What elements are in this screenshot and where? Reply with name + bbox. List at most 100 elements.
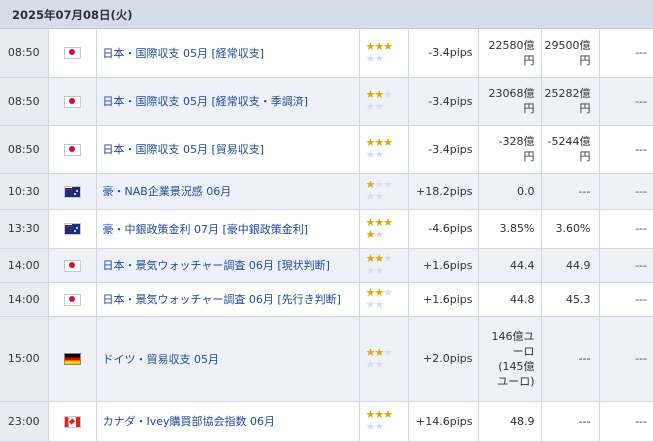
event-name-link[interactable]: 豪・中銀政策金利 07月 [豪中銀政策金利] (96, 209, 360, 249)
star-icon: ★ (365, 345, 376, 359)
pips-change: -3.4pips (408, 29, 479, 78)
event-name-link[interactable]: 日本・国際収支 05月 [経常収支・季調済] (96, 77, 360, 126)
star-icon: ★ (374, 148, 384, 161)
star-icon: ★ (365, 39, 376, 53)
star-icon: ★ (383, 88, 393, 101)
star-icon: ★ (383, 252, 393, 265)
star-icon: ★ (383, 408, 393, 421)
event-name-link[interactable]: 豪・NAB企業景況感 06月 (96, 173, 360, 210)
previous-value: 3.85% (478, 209, 542, 249)
forecast-line: --- (578, 184, 591, 198)
pips-change: +1.6pips (408, 282, 479, 317)
importance-stars: ★★★ ★★ (359, 316, 409, 402)
star-icon: ★ (383, 345, 393, 359)
result-value: --- (599, 316, 653, 402)
table-row[interactable]: 23:00 カナダ・Ivey購買部協会指数 06月 ★★★ ★★ +14.6pips 48… (0, 401, 653, 442)
prev-line: 円 (523, 102, 535, 115)
forecast-value: 44.9 (541, 248, 600, 283)
ca-flag-icon (63, 415, 81, 428)
table-row[interactable]: 08:50 日本・国際収支 05月 [経常収支・季調済] ★★★ ★★ -3.4pips… (0, 77, 653, 126)
previous-value: 44.4 (478, 248, 542, 283)
country-flag-cell (48, 316, 97, 402)
economic-calendar-table: 08:50 日本・国際収支 05月 [経常収支] ★★★ ★★ -3.4pips 2258… (0, 29, 653, 442)
prev-line: 円 (523, 53, 535, 67)
star-icon: ★ (365, 298, 376, 311)
country-flag-cell (48, 282, 97, 317)
date-header-label: 2025年07月08日(火) (12, 8, 133, 22)
table-row[interactable]: 08:50 日本・国際収支 05月 [貿易収支] ★★★ ★★ -3.4pips -328… (0, 125, 653, 174)
star-icon: ★ (383, 215, 393, 229)
previous-value: 146億ユ ーロ (145億 ユーロ) (478, 316, 542, 402)
star-icon: ★ (365, 420, 376, 433)
table-row[interactable]: 14:00 日本・景気ウォッチャー調査 06月 [先行き判断] ★★★ ★★ +1.6p… (0, 282, 653, 317)
table-row[interactable]: 08:50 日本・国際収支 05月 [経常収支] ★★★ ★★ -3.4pips 2258… (0, 29, 653, 78)
star-icon: ★ (374, 190, 384, 203)
forecast-line: --- (578, 352, 591, 365)
pips-change: -3.4pips (408, 125, 479, 174)
star-icon: ★ (374, 227, 384, 241)
event-name-link[interactable]: 日本・国際収支 05月 [経常収支] (96, 29, 360, 78)
prev-line: ユーロ) (497, 374, 535, 388)
forecast-value: 29500億円 (541, 29, 600, 78)
jp-flag-icon (63, 143, 81, 156)
table-row[interactable]: 10:30 豪・NAB企業景況感 06月 ★★★ ★★ +18.2pips 0.0 --- -… (0, 173, 653, 210)
prev-line: 3.85% (499, 222, 535, 235)
table-row[interactable]: 15:00 ドイツ・貿易収支 05月 ★★★ ★★ +2.0pips 146億ユ ーロ (14… (0, 316, 653, 402)
result-value: --- (599, 209, 653, 249)
star-icon: ★ (374, 39, 384, 53)
event-name-link[interactable]: 日本・景気ウォッチャー調査 06月 [現状判断] (96, 248, 360, 283)
prev-line: (145億 (498, 359, 535, 373)
event-time: 10:30 (0, 173, 49, 210)
prev-line: 円 (523, 150, 535, 163)
pips-change: -4.6pips (408, 209, 479, 249)
event-name-link[interactable]: カナダ・Ivey購買部協会指数 06月 (96, 401, 360, 442)
star-icon: ★ (365, 215, 376, 229)
prev-line: 23068億 (488, 87, 535, 100)
forecast-value: 45.3 (541, 282, 600, 317)
pips-change: +14.6pips (408, 401, 479, 442)
forecast-line: 3.60% (555, 222, 591, 235)
star-icon: ★ (365, 51, 376, 65)
star-icon: ★ (374, 357, 384, 371)
jp-flag-icon (63, 259, 81, 272)
star-icon: ★ (374, 345, 384, 359)
result-value: --- (599, 401, 653, 442)
forecast-value: -5244億円 (541, 125, 600, 174)
previous-value: 22580億円 (478, 29, 542, 78)
forecast-line: -5244億 (547, 135, 591, 148)
star-icon: ★ (383, 286, 393, 299)
prev-line: -328億 (498, 135, 535, 148)
star-icon: ★ (365, 357, 376, 371)
event-name-link[interactable]: 日本・景気ウォッチャー調査 06月 [先行き判断] (96, 282, 360, 317)
pips-change: +18.2pips (408, 173, 479, 210)
previous-value: 48.9 (478, 401, 542, 442)
previous-value: 0.0 (478, 173, 542, 210)
event-time: 08:50 (0, 77, 49, 126)
prev-line: 0.0 (517, 184, 535, 198)
importance-stars: ★★★ ★★ (359, 282, 409, 317)
event-name-link[interactable]: 日本・国際収支 05月 [貿易収支] (96, 125, 360, 174)
country-flag-cell (48, 209, 97, 249)
date-header: 2025年07月08日(火) (0, 0, 653, 29)
prev-line: ーロ (512, 344, 535, 358)
star-icon: ★ (374, 298, 384, 311)
pips-change: -3.4pips (408, 77, 479, 126)
forecast-line: 45.3 (566, 292, 591, 306)
de-flag-icon (63, 353, 81, 365)
forecast-line: 44.9 (566, 258, 591, 272)
table-row[interactable]: 14:00 日本・景気ウォッチャー調査 06月 [現状判断] ★★★ ★★ +1.6pi… (0, 248, 653, 283)
forecast-value: --- (541, 316, 600, 402)
result-value: --- (599, 282, 653, 317)
pips-change: +2.0pips (408, 316, 479, 402)
pips-change: +1.6pips (408, 248, 479, 283)
event-time: 14:00 (0, 248, 49, 283)
event-time: 23:00 (0, 401, 49, 442)
star-icon: ★ (383, 136, 393, 149)
prev-line: 48.9 (510, 414, 535, 428)
star-icon: ★ (365, 148, 376, 161)
event-name-link[interactable]: ドイツ・貿易収支 05月 (96, 316, 360, 402)
forecast-line: 円 (579, 150, 591, 163)
prev-line: 44.8 (510, 292, 535, 306)
event-time: 13:30 (0, 209, 49, 249)
table-row[interactable]: 13:30 豪・中銀政策金利 07月 [豪中銀政策金利] ★★★ ★★ -4.6pips… (0, 209, 653, 249)
